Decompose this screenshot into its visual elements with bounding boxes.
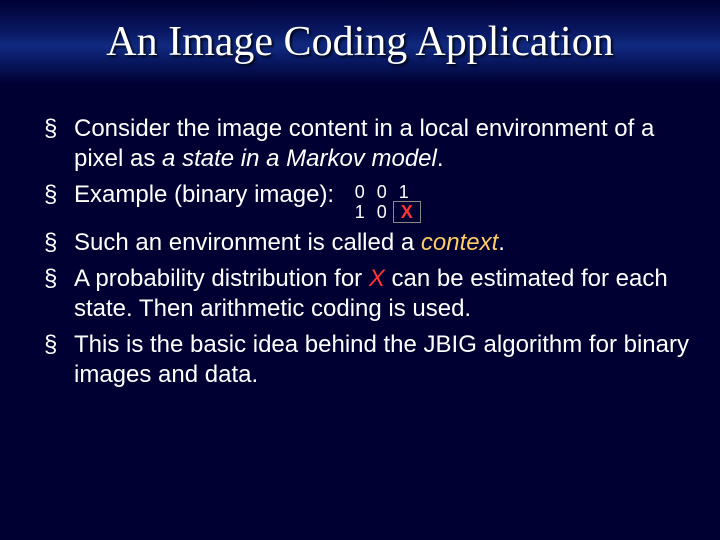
bullet-list-1: Consider the image content in a local en…: [44, 114, 690, 222]
slide-content: Consider the image content in a local en…: [0, 84, 720, 390]
bullet-text: Such an environment is called a: [74, 229, 421, 256]
grid-cell: 0: [349, 182, 371, 202]
grid-cell: 0: [371, 182, 393, 202]
bullet-text-X: X: [369, 265, 385, 292]
bullet-text: A probability distribution for: [74, 265, 369, 292]
grid-cell: 1: [393, 182, 415, 202]
bullet-list-2: Such an environment is called a context.…: [44, 228, 690, 390]
grid-cell: 0: [371, 202, 393, 222]
bullet-text-context: context: [421, 229, 498, 256]
example-grid: 001 10X: [349, 182, 421, 222]
grid-cell: 1: [349, 202, 371, 222]
bullet-item: A probability distribution for X can be …: [44, 264, 690, 324]
grid-row: 001: [349, 182, 415, 202]
bullet-item: Example (binary image): 001 10X: [44, 180, 690, 222]
grid-row: 10X: [349, 202, 421, 222]
bullet-item: This is the basic idea behind the JBIG a…: [44, 330, 690, 390]
bullet-text-emph: a state in a Markov model: [162, 145, 437, 172]
grid-cell-x: X: [396, 202, 418, 222]
slide-title: An Image Coding Application: [106, 19, 613, 65]
bullet-text: This is the basic idea behind the JBIG a…: [74, 331, 689, 388]
bullet-text: .: [498, 229, 505, 256]
bullet-text: .: [437, 145, 444, 172]
title-band: An Image Coding Application: [0, 0, 720, 84]
bullet-item: Consider the image content in a local en…: [44, 114, 690, 174]
bullet-item: Such an environment is called a context.: [44, 228, 690, 258]
bullet-text: Example (binary image):: [74, 180, 334, 210]
x-box: X: [393, 201, 421, 223]
